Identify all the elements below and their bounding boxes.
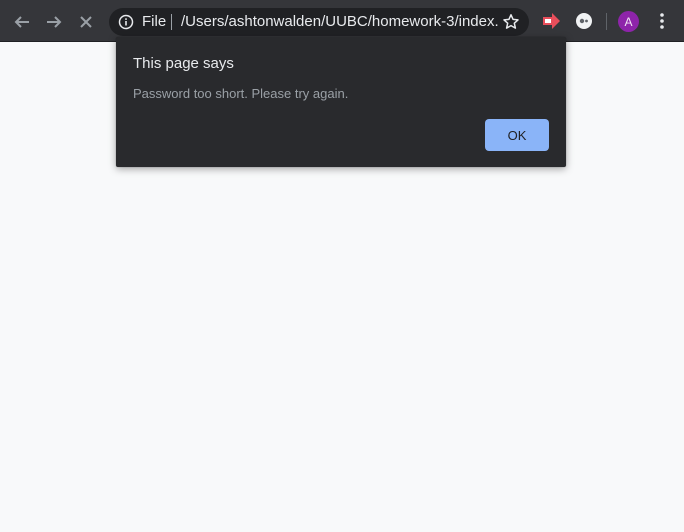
star-icon[interactable]: [502, 13, 520, 31]
arrow-right-icon: [47, 16, 62, 28]
arrow-left-icon: [14, 16, 29, 28]
browser-toolbar: File /Users/ashtonwalden/UUBC/homework-3…: [0, 0, 684, 42]
alert-dialog: This page says Password too short. Pleas…: [116, 37, 566, 167]
dialog-title: This page says: [133, 55, 234, 72]
scheme-label[interactable]: File: [142, 13, 166, 31]
red-arrow-extension-icon[interactable]: [541, 11, 561, 31]
close-icon: [80, 16, 92, 28]
info-icon[interactable]: [118, 14, 134, 30]
url-text[interactable]: /Users/ashtonwalden/UUBC/homework-3/inde…: [181, 13, 499, 31]
toolbar-divider: [606, 13, 607, 30]
white-circle-extension-icon[interactable]: [574, 11, 594, 31]
forward-button[interactable]: [41, 9, 67, 35]
three-dots-vertical-icon[interactable]: [652, 11, 672, 31]
omnibox-divider: [171, 14, 172, 30]
stop-loading-button[interactable]: [73, 9, 99, 35]
ok-button[interactable]: OK: [485, 119, 549, 151]
back-button[interactable]: [9, 9, 35, 35]
profile-avatar[interactable]: A: [618, 11, 639, 32]
address-bar[interactable]: File /Users/ashtonwalden/UUBC/homework-3…: [109, 8, 529, 36]
dialog-message: Password too short. Please try again.: [133, 86, 349, 101]
